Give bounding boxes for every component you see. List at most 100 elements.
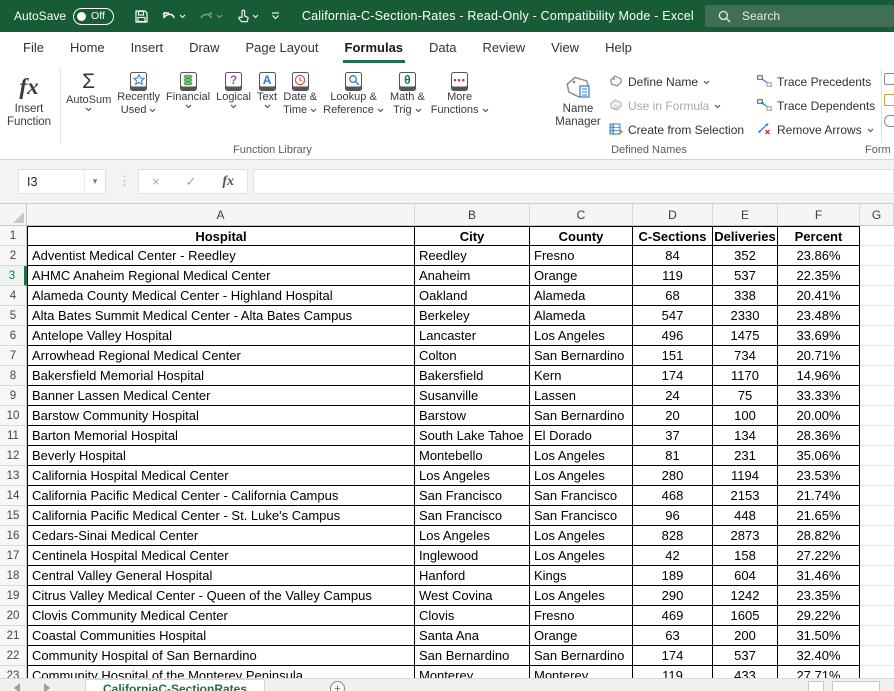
- financial-button[interactable]: Financial: [163, 63, 213, 109]
- cell-percent[interactable]: 20.00%: [778, 406, 860, 426]
- empty-cell[interactable]: [860, 626, 894, 646]
- cell-county[interactable]: Los Angeles: [530, 526, 633, 546]
- cell-deliveries[interactable]: 2330: [713, 306, 778, 326]
- cell-c-sections[interactable]: 189: [633, 566, 713, 586]
- cell-deliveries[interactable]: 604: [713, 566, 778, 586]
- cell-hospital[interactable]: Citrus Valley Medical Center - Queen of …: [27, 586, 415, 606]
- cell-c-sections[interactable]: 468: [633, 486, 713, 506]
- cell-c-sections[interactable]: 280: [633, 466, 713, 486]
- column-header-c[interactable]: C: [530, 204, 633, 226]
- horizontal-scrollbar[interactable]: [832, 681, 880, 691]
- empty-cell[interactable]: [860, 366, 894, 386]
- row-header[interactable]: 12: [0, 446, 27, 466]
- save-button[interactable]: [130, 6, 153, 27]
- cell-deliveries[interactable]: 537: [713, 266, 778, 286]
- empty-cell[interactable]: [860, 306, 894, 326]
- row-header[interactable]: 11: [0, 426, 27, 446]
- cell-county[interactable]: Los Angeles: [530, 326, 633, 346]
- row-header[interactable]: 16: [0, 526, 27, 546]
- empty-cell[interactable]: [860, 506, 894, 526]
- row-header[interactable]: 5: [0, 306, 27, 326]
- cell-percent[interactable]: 31.46%: [778, 566, 860, 586]
- cell-city[interactable]: San Francisco: [415, 506, 530, 526]
- header-cell[interactable]: Percent: [778, 226, 860, 246]
- empty-cell[interactable]: [860, 446, 894, 466]
- cell-county[interactable]: Alameda: [530, 306, 633, 326]
- empty-cell[interactable]: [860, 386, 894, 406]
- row-header[interactable]: 10: [0, 406, 27, 426]
- sheet-nav-right-icon[interactable]: [44, 683, 50, 691]
- cell-city[interactable]: Reedley: [415, 246, 530, 266]
- cell-county[interactable]: Kern: [530, 366, 633, 386]
- cell-city[interactable]: Hanford: [415, 566, 530, 586]
- cell-city[interactable]: Susanville: [415, 386, 530, 406]
- select-all-corner[interactable]: [0, 204, 27, 226]
- cell-deliveries[interactable]: 1170: [713, 366, 778, 386]
- scrollbar-fragment[interactable]: [808, 681, 824, 691]
- lookup-reference-button[interactable]: Lookup &Reference: [320, 63, 387, 117]
- define-name-button[interactable]: Define Name: [609, 70, 744, 94]
- cell-c-sections[interactable]: 151: [633, 346, 713, 366]
- cell-c-sections[interactable]: 42: [633, 546, 713, 566]
- cell-hospital[interactable]: Coastal Communities Hospital: [27, 626, 415, 646]
- row-header[interactable]: 8: [0, 366, 27, 386]
- trace-precedents-button[interactable]: Trace Precedents: [757, 70, 875, 94]
- cell-percent[interactable]: 14.96%: [778, 366, 860, 386]
- cell-hospital[interactable]: AHMC Anaheim Regional Medical Center: [27, 266, 415, 286]
- cell-city[interactable]: Santa Ana: [415, 626, 530, 646]
- cell-percent[interactable]: 23.86%: [778, 246, 860, 266]
- date-time-button[interactable]: Date &Time: [280, 63, 320, 117]
- cell-deliveries[interactable]: 200: [713, 626, 778, 646]
- row-header[interactable]: 22: [0, 646, 27, 666]
- header-cell[interactable]: City: [415, 226, 530, 246]
- cell-percent[interactable]: 23.35%: [778, 586, 860, 606]
- column-header-d[interactable]: D: [633, 204, 713, 226]
- cell-city[interactable]: Barstow: [415, 406, 530, 426]
- tab-home[interactable]: Home: [57, 32, 118, 63]
- row-header[interactable]: 14: [0, 486, 27, 506]
- cell-deliveries[interactable]: 1194: [713, 466, 778, 486]
- remove-arrows-button[interactable]: Remove Arrows: [757, 118, 875, 142]
- cell-c-sections[interactable]: 84: [633, 246, 713, 266]
- text-button[interactable]: AText: [254, 63, 280, 109]
- empty-cell[interactable]: [860, 406, 894, 426]
- cell-city[interactable]: Los Angeles: [415, 466, 530, 486]
- name-manager-button[interactable]: Name Manager: [549, 63, 607, 129]
- cell-deliveries[interactable]: 338: [713, 286, 778, 306]
- cell-percent[interactable]: 20.71%: [778, 346, 860, 366]
- column-header-a[interactable]: A: [27, 204, 415, 226]
- cell-county[interactable]: Fresno: [530, 606, 633, 626]
- tab-insert[interactable]: Insert: [118, 32, 177, 63]
- touch-mode-button[interactable]: [231, 6, 263, 27]
- cell-c-sections[interactable]: 496: [633, 326, 713, 346]
- autosave-toggle[interactable]: AutoSave Off: [14, 8, 114, 25]
- sheet-nav-left-icon[interactable]: [14, 683, 20, 691]
- row-header[interactable]: 6: [0, 326, 27, 346]
- cell-hospital[interactable]: Alta Bates Summit Medical Center - Alta …: [27, 306, 415, 326]
- sheet-tab-active[interactable]: CaliforniaC-SectionRates: [85, 679, 265, 691]
- cell-hospital[interactable]: California Pacific Medical Center - Cali…: [27, 486, 415, 506]
- empty-cell[interactable]: [860, 486, 894, 506]
- cell-city[interactable]: South Lake Tahoe: [415, 426, 530, 446]
- cell-county[interactable]: Orange: [530, 266, 633, 286]
- empty-cell[interactable]: [860, 606, 894, 626]
- cell-c-sections[interactable]: 469: [633, 606, 713, 626]
- empty-cell[interactable]: [860, 286, 894, 306]
- cell-hospital[interactable]: Bakersfield Memorial Hospital: [27, 366, 415, 386]
- header-cell[interactable]: Hospital: [27, 226, 415, 246]
- cell-deliveries[interactable]: 75: [713, 386, 778, 406]
- cell-county[interactable]: Los Angeles: [530, 586, 633, 606]
- row-header[interactable]: 3: [0, 266, 27, 286]
- cell-deliveries[interactable]: 2873: [713, 526, 778, 546]
- cell-deliveries[interactable]: 537: [713, 646, 778, 666]
- cell-deliveries[interactable]: 352: [713, 246, 778, 266]
- cell-c-sections[interactable]: 547: [633, 306, 713, 326]
- tab-view[interactable]: View: [538, 32, 592, 63]
- search-box[interactable]: Search: [705, 5, 894, 27]
- cell-deliveries[interactable]: 1475: [713, 326, 778, 346]
- cell-county[interactable]: Lassen: [530, 386, 633, 406]
- tab-review[interactable]: Review: [470, 32, 539, 63]
- cell-hospital[interactable]: Barton Memorial Hospital: [27, 426, 415, 446]
- column-header-e[interactable]: E: [713, 204, 778, 226]
- cell-county[interactable]: San Bernardino: [530, 646, 633, 666]
